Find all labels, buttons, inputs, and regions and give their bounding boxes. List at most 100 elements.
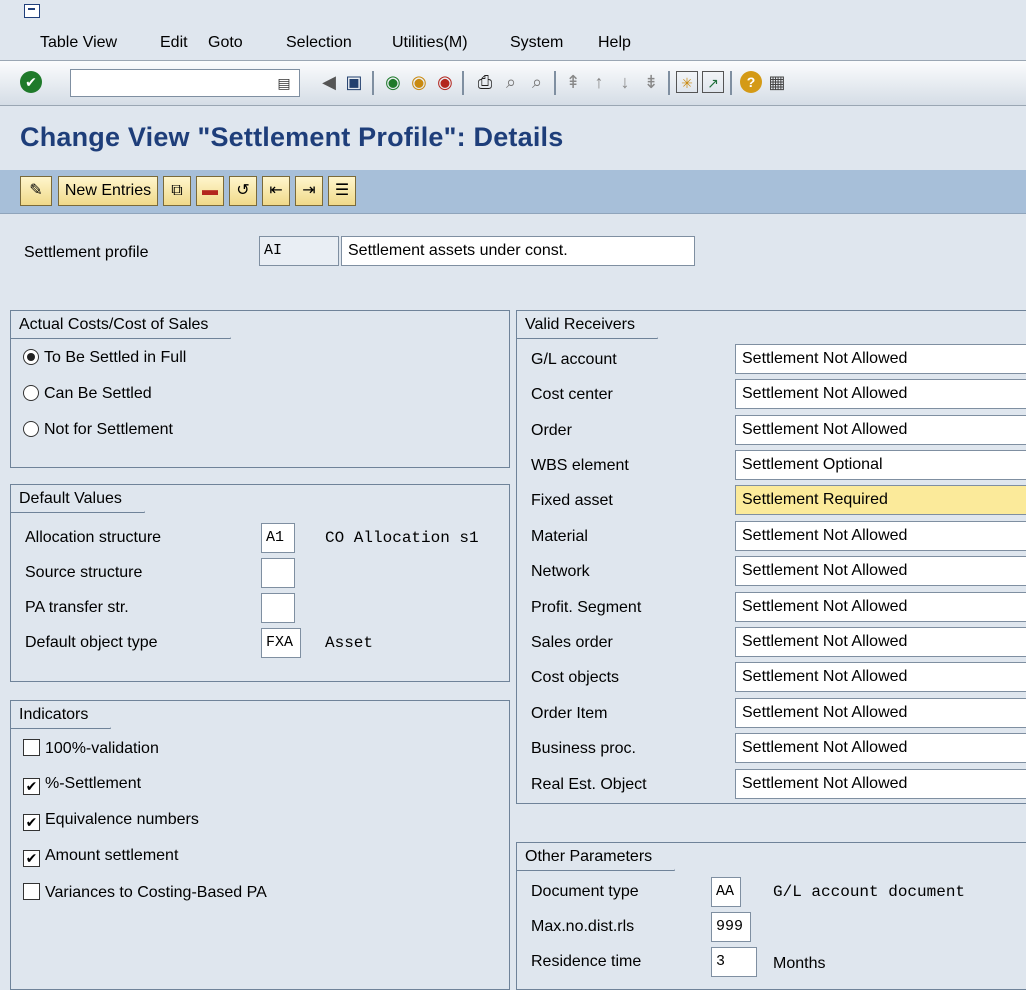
checkbox-unchecked-icon[interactable] — [23, 739, 40, 756]
menu-system[interactable]: System — [510, 34, 563, 52]
default-object-type-label: Default object type — [25, 634, 158, 651]
standard-toolbar: ✔ ▤ ◀ ▣ ◉ ◉ ◉ ⎙ ⌕ ⌕ ⇞ ↑ ↓ ⇟ ✳ ↗ ? ▦ — [0, 60, 1026, 106]
document-type-field[interactable]: AA — [711, 877, 741, 907]
receiver-label-gl-account: G/L account — [531, 351, 617, 368]
receiver-field-profit-segment[interactable]: Settlement Not Allowed — [735, 592, 1026, 622]
cancel-icon[interactable]: ◉ — [434, 71, 456, 93]
allocation-structure-field[interactable]: A1 — [261, 523, 295, 553]
first-page-icon[interactable]: ⇞ — [562, 71, 584, 93]
system-menu-icon[interactable] — [24, 4, 40, 18]
menu-edit[interactable]: Edit — [160, 34, 188, 52]
checkbox-label: Amount settlement — [45, 847, 179, 864]
back-nav-icon[interactable]: ◀ — [318, 71, 340, 93]
display-change-icon[interactable]: ✎ — [20, 176, 52, 206]
indicators-group: Indicators 100%-validation ✔ %-Settlement… — [10, 700, 510, 990]
dropdown-icon[interactable]: ▤ — [273, 69, 295, 97]
command-field[interactable] — [70, 69, 300, 97]
max-dist-rules-field[interactable]: 999 — [711, 912, 751, 942]
receiver-label-profit-segment: Profit. Segment — [531, 599, 642, 616]
copy-as-icon[interactable]: ⧉ — [163, 176, 191, 206]
receiver-field-gl-account[interactable]: Settlement Not Allowed — [735, 344, 1026, 374]
exit-icon[interactable]: ◉ — [408, 71, 430, 93]
checkbox-checked-icon[interactable]: ✔ — [23, 778, 40, 795]
checkbox-equivalence-numbers[interactable]: ✔ Equivalence numbers — [23, 811, 199, 831]
checkbox-variances-costing-based-pa[interactable]: Variances to Costing-Based PA — [23, 883, 267, 902]
source-structure-label: Source structure — [25, 564, 143, 581]
undo-change-icon[interactable]: ↺ — [229, 176, 257, 206]
menu-help[interactable]: Help — [598, 34, 631, 52]
radio-not-for-settlement[interactable]: Not for Settlement — [23, 421, 173, 439]
radio-label: Can Be Settled — [44, 385, 152, 402]
back-icon[interactable]: ◉ — [382, 71, 404, 93]
receiver-field-order-item[interactable]: Settlement Not Allowed — [735, 698, 1026, 728]
receiver-label-cost-center: Cost center — [531, 386, 613, 403]
radio-unselected-icon[interactable] — [23, 385, 39, 401]
menu-table-view[interactable]: Table View — [40, 34, 117, 52]
receiver-label-real-est-object: Real Est. Object — [531, 776, 647, 793]
residence-time-field[interactable]: 3 — [711, 947, 757, 977]
toolbar-separator — [668, 71, 670, 95]
print-icon[interactable]: ⎙ — [474, 71, 496, 93]
checkbox-100-validation[interactable]: 100%-validation — [23, 739, 159, 758]
delete-icon[interactable]: ▬ — [196, 176, 224, 206]
customize-layout-icon[interactable]: ▦ — [766, 71, 788, 93]
valid-receivers-group: Valid Receivers G/L account Settlement N… — [516, 310, 1026, 804]
default-object-type-field[interactable]: FXA — [261, 628, 301, 658]
last-page-icon[interactable]: ⇟ — [640, 71, 662, 93]
receiver-label-order: Order — [531, 422, 572, 439]
new-session-icon[interactable]: ✳ — [676, 71, 698, 93]
menu-bar: Table View Edit Goto Selection Utilities… — [0, 0, 1026, 60]
radio-selected-icon[interactable] — [23, 349, 39, 365]
receiver-field-business-proc[interactable]: Settlement Not Allowed — [735, 733, 1026, 763]
next-entry-icon[interactable]: ⇥ — [295, 176, 323, 206]
checkbox-amount-settlement[interactable]: ✔ Amount settlement — [23, 847, 178, 867]
toolbar-separator — [372, 71, 374, 95]
document-type-text: G/L account document — [773, 883, 966, 901]
checkbox-label: Equivalence numbers — [45, 811, 199, 828]
checkbox-percent-settlement[interactable]: ✔ %-Settlement — [23, 775, 141, 795]
radio-can-be-settled[interactable]: Can Be Settled — [23, 385, 152, 403]
help-icon[interactable]: ? — [740, 71, 762, 93]
default-values-group-title: Default Values — [11, 485, 156, 513]
settlement-profile-key-field[interactable]: AI — [259, 236, 339, 266]
radio-unselected-icon[interactable] — [23, 421, 39, 437]
source-structure-field[interactable] — [261, 558, 295, 588]
other-parameters-group-title: Other Parameters — [517, 843, 687, 871]
document-type-label: Document type — [531, 883, 639, 900]
menu-selection[interactable]: Selection — [286, 34, 352, 52]
save-icon[interactable]: ▣ — [343, 71, 365, 93]
receiver-field-material[interactable]: Settlement Not Allowed — [735, 521, 1026, 551]
radio-label: To Be Settled in Full — [44, 349, 187, 366]
receiver-label-business-proc: Business proc. — [531, 740, 636, 757]
receiver-field-sales-order[interactable]: Settlement Not Allowed — [735, 627, 1026, 657]
receiver-field-real-est-object[interactable]: Settlement Not Allowed — [735, 769, 1026, 799]
shortcut-icon[interactable]: ↗ — [702, 71, 724, 93]
find-icon[interactable]: ⌕ — [500, 71, 522, 93]
enter-icon[interactable]: ✔ — [20, 71, 42, 93]
allocation-structure-text: CO Allocation s1 — [325, 529, 479, 547]
settlement-profile-description-field[interactable]: Settlement assets under const. — [341, 236, 695, 266]
previous-entry-icon[interactable]: ⇤ — [262, 176, 290, 206]
receiver-field-network[interactable]: Settlement Not Allowed — [735, 556, 1026, 586]
radio-to-be-settled-in-full[interactable]: To Be Settled in Full — [23, 349, 186, 367]
next-page-icon[interactable]: ↓ — [614, 71, 636, 93]
find-next-icon[interactable]: ⌕ — [526, 71, 548, 93]
receiver-field-fixed-asset[interactable]: Settlement Required — [735, 485, 1026, 515]
receiver-field-wbs-element[interactable]: Settlement Optional — [735, 450, 1026, 480]
other-entry-icon[interactable]: ☰ — [328, 176, 356, 206]
checkbox-checked-icon[interactable]: ✔ — [23, 814, 40, 831]
pa-transfer-field[interactable] — [261, 593, 295, 623]
checkbox-checked-icon[interactable]: ✔ — [23, 850, 40, 867]
toolbar-separator — [462, 71, 464, 95]
receiver-field-cost-objects[interactable]: Settlement Not Allowed — [735, 662, 1026, 692]
toolbar-separator — [730, 71, 732, 95]
menu-utilities[interactable]: Utilities(M) — [392, 34, 468, 52]
checkbox-unchecked-icon[interactable] — [23, 883, 40, 900]
max-dist-rules-label: Max.no.dist.rls — [531, 918, 635, 935]
new-entries-button[interactable]: New Entries — [58, 176, 158, 206]
receiver-field-cost-center[interactable]: Settlement Not Allowed — [735, 379, 1026, 409]
receiver-field-order[interactable]: Settlement Not Allowed — [735, 415, 1026, 445]
valid-receivers-group-title: Valid Receivers — [517, 311, 669, 339]
prev-page-icon[interactable]: ↑ — [588, 71, 610, 93]
menu-goto[interactable]: Goto — [208, 34, 243, 52]
